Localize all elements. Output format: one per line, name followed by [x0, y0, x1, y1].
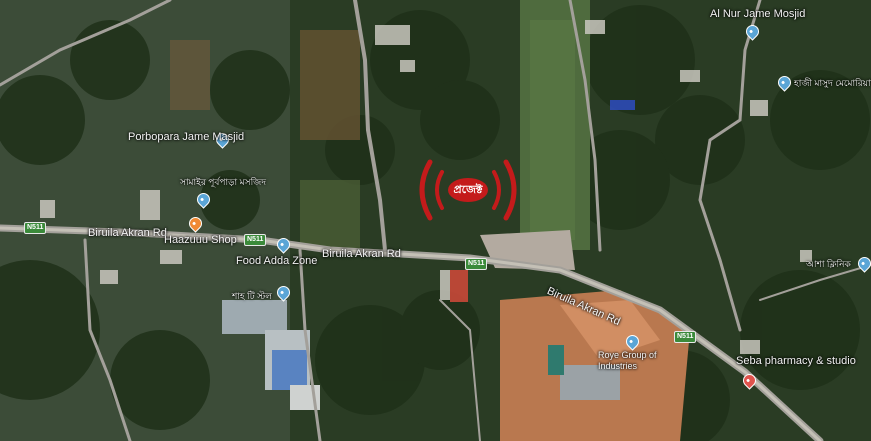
route-shield-n511: N511: [674, 331, 697, 343]
bangla-label: সামাইর পূর্বপাড়া মসজিদ: [180, 177, 266, 187]
project-label: প্রজেক্ট: [453, 183, 483, 196]
place-label-food-adda[interactable]: Food Adda Zone: [236, 255, 317, 267]
route-shield-n511: N511: [465, 258, 488, 270]
place-label-roye[interactable]: Roye Group of Industries: [598, 350, 658, 372]
place-label-seba[interactable]: Seba pharmacy & studio: [736, 355, 856, 367]
route-shield-n511: N511: [244, 234, 267, 246]
route-shield-n511: N511: [24, 222, 47, 234]
road-label-biruila-west: Biruila Akran Rd: [88, 227, 167, 239]
bangla-label: আশা ক্লিনিক: [806, 259, 851, 269]
map-view[interactable]: প্রজেক্ট Biruila Akran Rd Biruila Akran …: [0, 0, 871, 441]
project-marker[interactable]: প্রজেক্ট: [412, 150, 524, 230]
place-label-al-nur[interactable]: Al Nur Jame Mosjid: [710, 8, 805, 20]
bangla-label: হাজী মাসুদ মেমোরিয়াল: [794, 78, 871, 88]
road-label-biruila-mid: Biruila Akran Rd: [322, 248, 401, 260]
place-label-porbopara[interactable]: Porbopara Jame Masjid: [128, 131, 244, 143]
place-label-hazuuu[interactable]: Haazuuu Shop: [164, 234, 237, 246]
bangla-label: শাহ টি স্টল: [232, 291, 273, 301]
